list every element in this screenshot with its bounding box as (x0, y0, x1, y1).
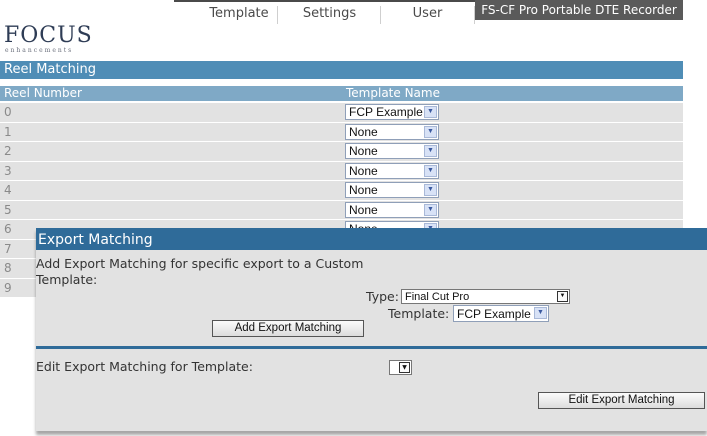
export-matching-description: Add Export Matching for specific export … (36, 256, 364, 287)
column-template-name: Template Name (346, 86, 440, 100)
template-select[interactable]: None ▼ (345, 182, 439, 198)
add-export-matching-button[interactable]: Add Export Matching (212, 320, 364, 337)
reel-number: 1 (4, 124, 12, 139)
chevron-down-icon[interactable]: ▼ (424, 184, 437, 196)
select-value: FCP Example (349, 105, 423, 119)
reel-number: 2 (4, 144, 12, 158)
product-title: FS-CF Pro Portable DTE Recorder (475, 0, 683, 20)
chevron-down-icon[interactable]: ▼ (399, 362, 410, 373)
edit-export-label: Edit Export Matching for Template: (36, 359, 253, 374)
tab-settings[interactable]: Settings (277, 4, 382, 24)
reel-number: 7 (4, 241, 12, 256)
select-value: None (349, 183, 378, 197)
chevron-down-icon[interactable]: ▼ (424, 106, 437, 118)
reel-number: 4 (4, 183, 12, 197)
chevron-down-icon[interactable]: ▼ (557, 291, 568, 302)
reel-column-headers: Reel Number Template Name (0, 86, 683, 101)
table-row: 5 None ▼ (0, 200, 683, 220)
template-select-value: FCP Example (457, 307, 531, 321)
edit-export-matching-button[interactable]: Edit Export Matching (538, 392, 705, 409)
template-select[interactable]: None ▼ (345, 162, 439, 179)
export-matching-header: Export Matching (36, 228, 707, 250)
type-select[interactable]: Final Cut Pro ▼ (401, 289, 570, 304)
reel-number: 5 (4, 202, 12, 217)
template-select[interactable]: None ▼ (345, 123, 439, 140)
export-matching-panel: Export Matching Add Export Matching for … (36, 228, 707, 431)
chevron-down-icon[interactable]: ▼ (424, 125, 437, 138)
chevron-down-icon[interactable]: ▼ (424, 145, 437, 157)
table-row: 3 None ▼ (0, 161, 683, 181)
reel-number: 9 (4, 280, 12, 295)
section-divider (36, 346, 707, 349)
select-value: None (349, 124, 378, 139)
select-value: None (349, 144, 378, 158)
reel-number: 8 (4, 261, 12, 275)
tab-user[interactable]: User (380, 4, 475, 24)
table-row: 4 None ▼ (0, 181, 683, 201)
reel-matching-header: Reel Matching (0, 61, 683, 79)
edit-template-select[interactable]: ▼ (389, 360, 412, 375)
logo-tagline: enhancements (5, 47, 74, 54)
reel-number: 3 (4, 163, 12, 178)
table-row: 1 None ▼ (0, 122, 683, 142)
type-label: Type: (366, 289, 399, 304)
table-row: 0 FCP Example ▼ (0, 103, 683, 123)
logo-wordmark: FOCUS (4, 23, 93, 48)
column-reel-number: Reel Number (4, 86, 82, 100)
template-select[interactable]: None ▼ (345, 201, 439, 218)
select-value: None (349, 163, 378, 178)
template-select[interactable]: None ▼ (345, 143, 439, 159)
chevron-down-icon[interactable]: ▼ (534, 307, 547, 319)
template-label: Template: (388, 306, 450, 321)
chevron-down-icon[interactable]: ▼ (424, 203, 437, 216)
chevron-down-icon[interactable]: ▼ (424, 164, 437, 177)
table-row: 2 None ▼ (0, 142, 683, 162)
focus-logo: FOCUS enhancements (4, 23, 96, 54)
type-select-value: Final Cut Pro (405, 291, 470, 303)
select-value: None (349, 202, 378, 217)
template-select[interactable]: FCP Example ▼ (345, 104, 439, 120)
reel-number: 6 (4, 222, 12, 236)
reel-number: 0 (4, 105, 12, 119)
export-template-select[interactable]: FCP Example ▼ (453, 305, 549, 322)
